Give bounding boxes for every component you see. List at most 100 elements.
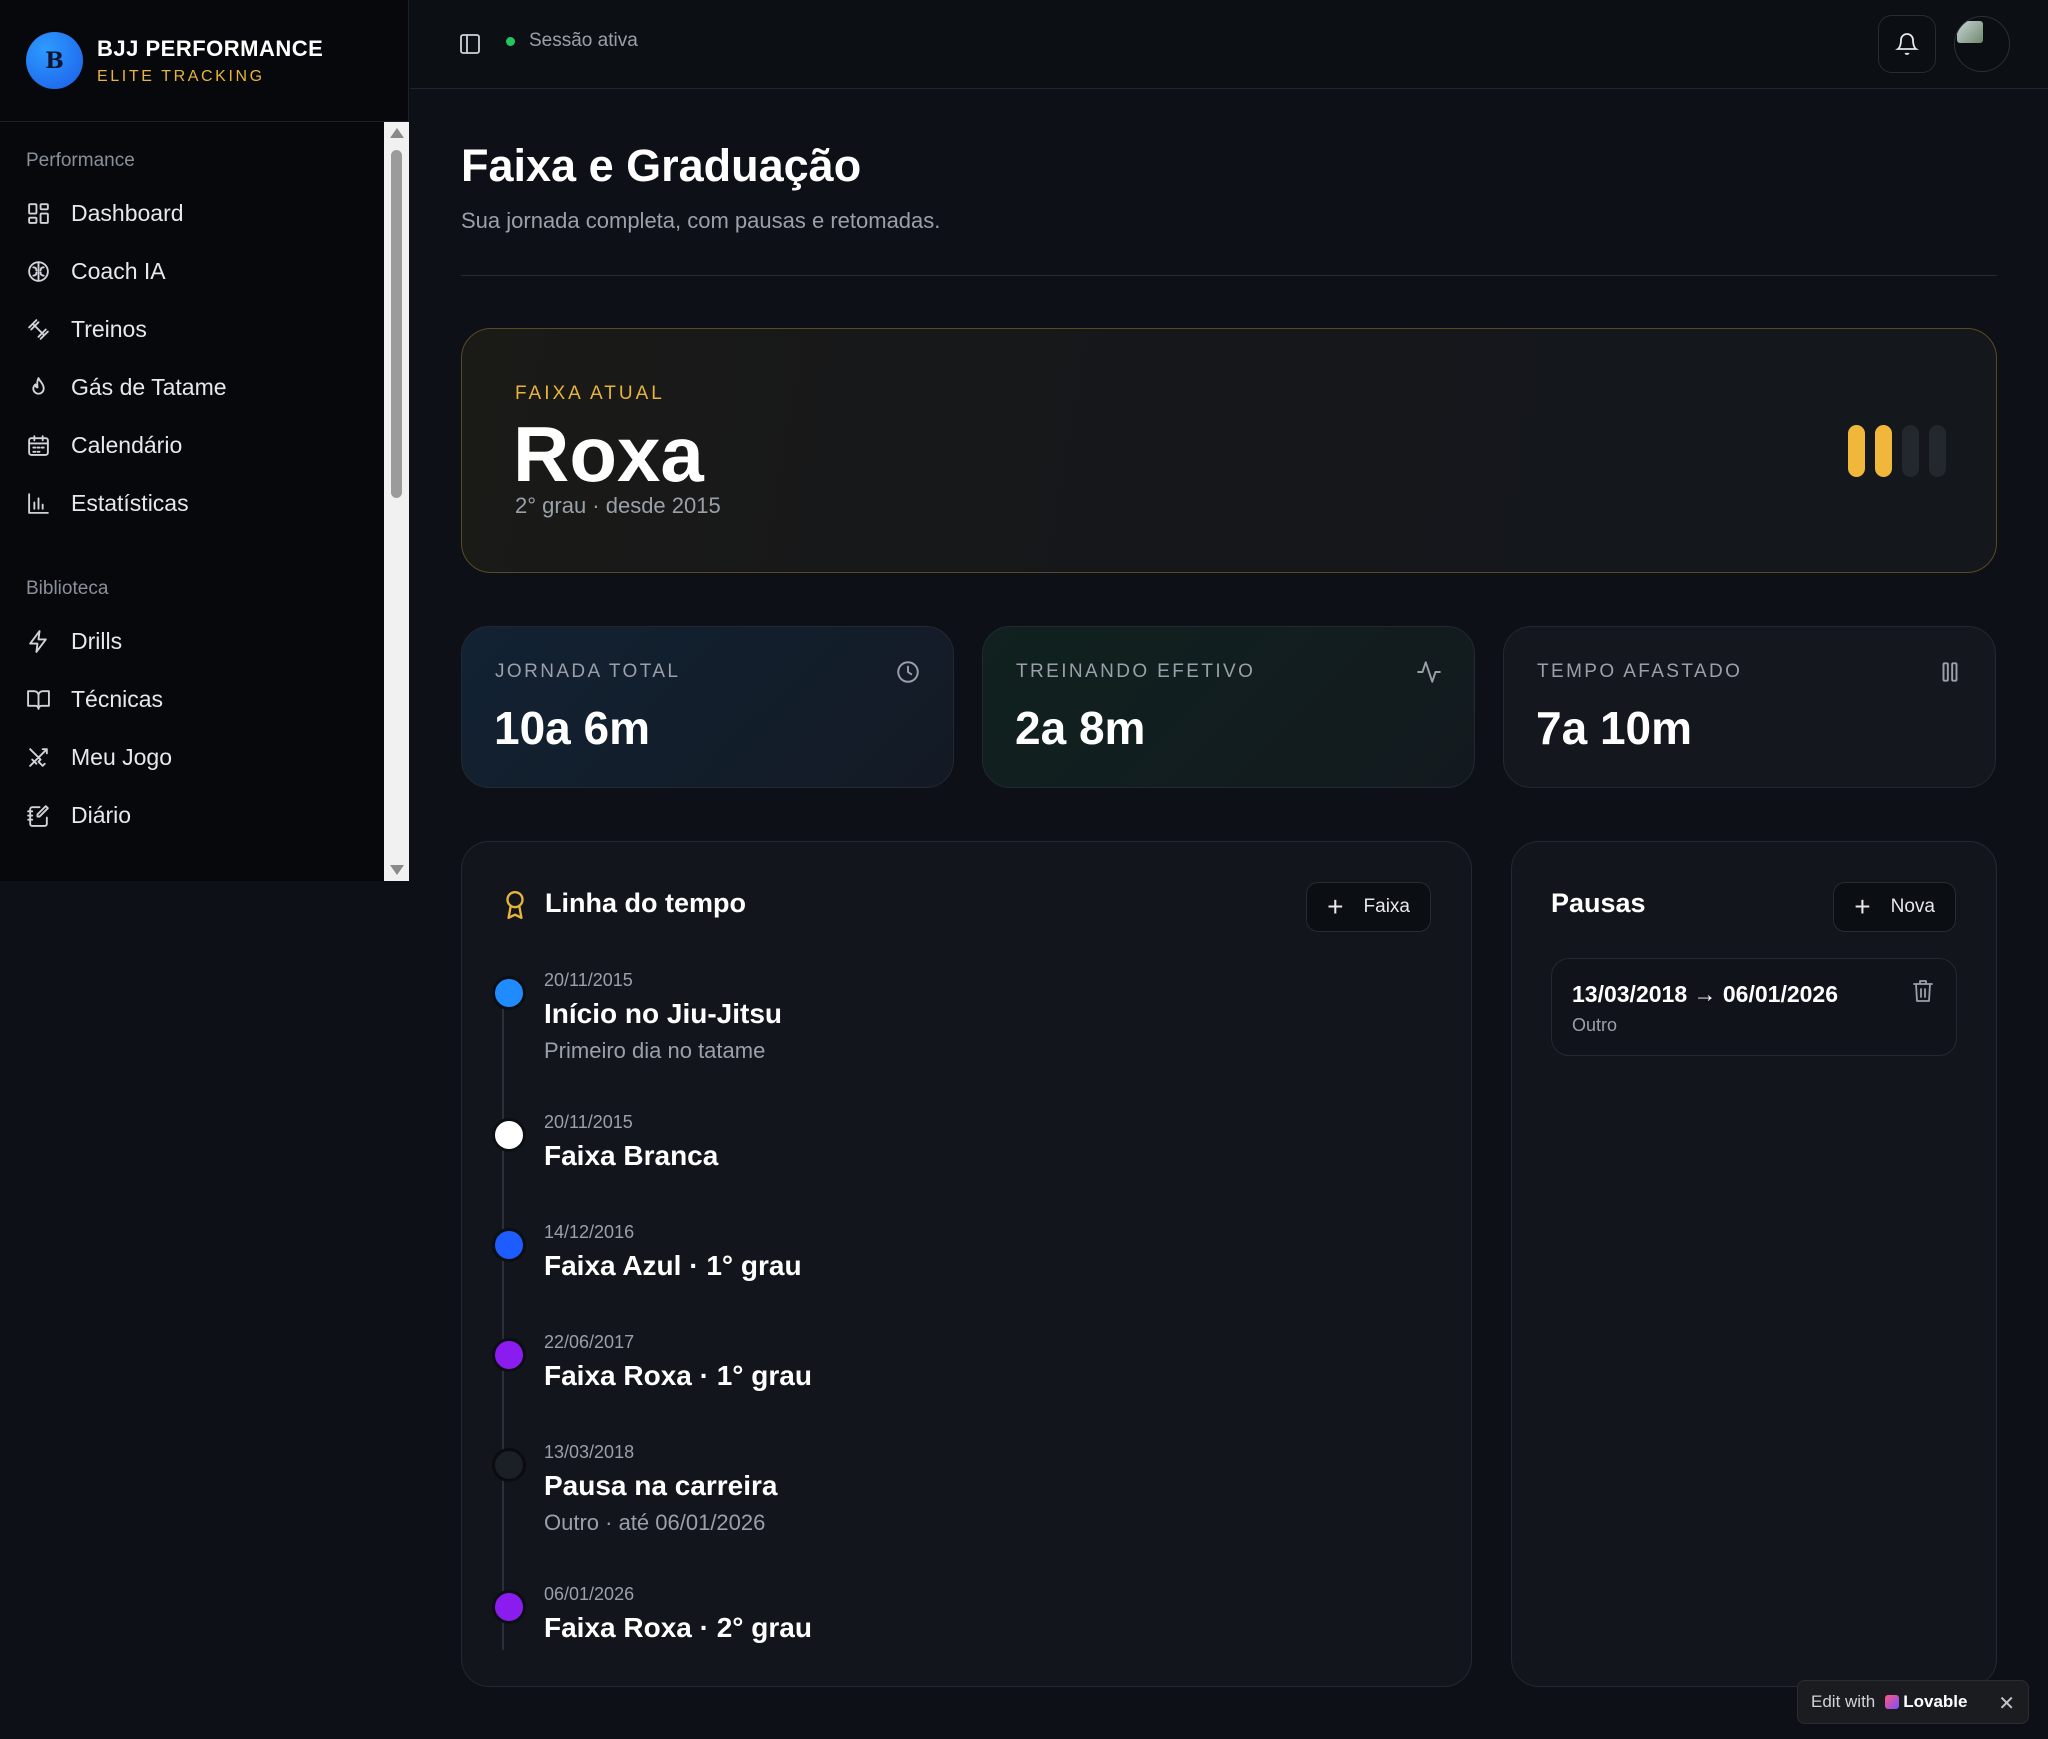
sidebar-item-label: Calendário: [71, 431, 183, 458]
sidebar-group-label: Performance: [26, 150, 135, 171]
add-pause-label: Nova: [1890, 896, 1935, 917]
sidebar-item-gas-de-tatame[interactable]: Gás de Tatame: [0, 358, 384, 416]
stat-value: 10a 6m: [494, 702, 651, 754]
sidebar-group-label: Biblioteca: [26, 578, 109, 599]
timeline-date: 20/11/2015: [544, 970, 633, 990]
brand[interactable]: B BJJ PERFORMANCE ELITE TRACKING: [0, 0, 408, 122]
timeline-date: 14/12/2016: [544, 1222, 635, 1242]
degree-stripe-earned: [1848, 425, 1865, 477]
edit-with-lovable-badge[interactable]: Edit with Lovable ✕: [1797, 1680, 2029, 1724]
stat-card-treinando-efetivo: TREINANDO EFETIVO 2a 8m: [982, 626, 1475, 788]
pauses-card: Pausas + Nova 13/03/2018 → 06/01/2026 Ou…: [1511, 841, 1997, 1687]
swords-icon: [29, 747, 48, 767]
calendar-icon: [28, 434, 49, 456]
bar-chart-icon: [28, 492, 49, 514]
sidebar-item-tecnicas[interactable]: Técnicas: [0, 670, 384, 728]
add-belt-label: Faixa: [1363, 896, 1410, 917]
timeline-dot: [492, 1118, 526, 1152]
timeline-event-title: Faixa Roxa · 2° grau: [544, 1612, 812, 1643]
current-belt-meta: 2° grau · desde 2015: [515, 493, 721, 518]
trash-icon: [1913, 980, 1933, 1002]
timeline-card: Linha do tempo + Faixa 20/11/2015 Início …: [461, 841, 1472, 1687]
activity-icon: [1417, 661, 1441, 683]
plus-icon: +: [1854, 891, 1871, 922]
page-title: Faixa e Graduação: [461, 140, 862, 191]
session-status-text: Sessão ativa: [529, 30, 638, 51]
timeline-dot: [492, 1228, 526, 1262]
sidebar-item-label: Meu Jogo: [71, 743, 173, 770]
header-divider: [461, 275, 1997, 276]
sidebar-item-estatisticas[interactable]: Estatísticas: [0, 474, 384, 532]
degree-stripe-empty: [1902, 425, 1919, 477]
add-pause-button[interactable]: + Nova: [1833, 882, 1956, 932]
sidebar-item-label: Coach IA: [71, 257, 166, 284]
timeline-event-title: Faixa Roxa · 1° grau: [544, 1360, 812, 1391]
timeline-dot: [492, 1338, 526, 1372]
brain-icon: [28, 260, 49, 282]
lovable-logo-icon: [1885, 1695, 1900, 1709]
pause-icon: [1942, 662, 1958, 682]
pause-item: 13/03/2018 → 06/01/2026 Outro: [1551, 958, 1957, 1056]
timeline-date: 13/03/2018: [544, 1442, 635, 1462]
stat-value: 2a 8m: [1015, 702, 1146, 754]
timeline-line: [502, 980, 504, 1650]
timeline-event-title: Faixa Branca: [544, 1140, 719, 1171]
book-icon: [27, 689, 50, 710]
sidebar-item-label: Gás de Tatame: [71, 373, 227, 400]
clock-icon: [897, 661, 919, 683]
timeline-event-title: Faixa Azul · 1° grau: [544, 1250, 802, 1281]
avatar-image: [1957, 21, 1983, 43]
sidebar-item-label: Técnicas: [71, 685, 164, 712]
sidebar-item-diario[interactable]: Diário: [0, 786, 384, 844]
timeline-dot: [492, 976, 526, 1010]
sidebar-toggle-button[interactable]: [458, 32, 482, 56]
close-icon[interactable]: ✕: [1998, 1691, 2015, 1716]
badge-brand: Lovable: [1903, 1692, 1968, 1711]
notifications-button[interactable]: [1878, 15, 1936, 73]
badge-prefix: Edit with: [1811, 1692, 1876, 1711]
scroll-up-icon[interactable]: [390, 128, 404, 138]
user-avatar[interactable]: [1954, 16, 2010, 72]
sidebar-item-label: Drills: [71, 627, 123, 654]
timeline-note: Outro · até 06/01/2026: [544, 1510, 766, 1535]
current-belt-label: FAIXA ATUAL: [515, 383, 665, 404]
timeline-event-title: Pausa na carreira: [544, 1470, 778, 1501]
sidebar-item-label: Treinos: [71, 315, 147, 342]
sidebar-item-meu-jogo[interactable]: Meu Jogo: [0, 728, 384, 786]
delete-pause-button[interactable]: [1912, 979, 1934, 1003]
scroll-thumb[interactable]: [391, 150, 402, 498]
timeline-event-title: Início no Jiu-Jitsu: [544, 998, 783, 1029]
timeline-note: Primeiro dia no tatame: [544, 1038, 766, 1063]
page-subtitle: Sua jornada completa, com pausas e retom…: [461, 208, 941, 233]
scroll-down-icon[interactable]: [390, 865, 404, 875]
sidebar-item-treinos[interactable]: Treinos: [0, 300, 384, 358]
timeline-date: 20/11/2015: [544, 1112, 633, 1132]
notebook-pen-icon: [27, 804, 49, 827]
session-status: Sessão ativa: [506, 30, 638, 52]
pause-range: 13/03/2018 → 06/01/2026: [1572, 981, 1839, 1007]
sidebar-item-calendario[interactable]: Calendário: [0, 416, 384, 474]
panel-left-icon: [460, 34, 480, 54]
sidebar-item-dashboard[interactable]: Dashboard: [0, 184, 384, 242]
brand-title: BJJ PERFORMANCE: [97, 35, 324, 61]
brand-subtitle: ELITE TRACKING: [97, 67, 265, 85]
add-belt-button[interactable]: + Faixa: [1306, 882, 1431, 932]
sidebar-nav: Performance Dashboard Coach IA Treinos G…: [0, 122, 384, 881]
stat-label: TREINANDO EFETIVO: [1016, 661, 1256, 682]
flame-icon: [32, 376, 45, 395]
sidebar-item-coach-ia[interactable]: Coach IA: [0, 242, 384, 300]
sidebar-scrollbar[interactable]: [384, 122, 409, 881]
dashboard-icon: [28, 202, 49, 224]
degree-stripes: [1848, 425, 1946, 477]
degree-stripe-empty: [1929, 425, 1946, 477]
pauses-title: Pausas: [1551, 888, 1646, 918]
topbar: Sessão ativa: [410, 0, 2048, 89]
timeline-dot: [492, 1590, 526, 1624]
sidebar-item-label: Diário: [71, 801, 132, 828]
sidebar-item-label: Dashboard: [71, 199, 184, 226]
sidebar: B BJJ PERFORMANCE ELITE TRACKING Perform…: [0, 0, 409, 881]
current-belt-name: Roxa: [513, 410, 704, 498]
dumbbell-icon: [28, 318, 49, 340]
sidebar-item-drills[interactable]: Drills: [0, 612, 384, 670]
plus-icon: +: [1327, 891, 1344, 922]
